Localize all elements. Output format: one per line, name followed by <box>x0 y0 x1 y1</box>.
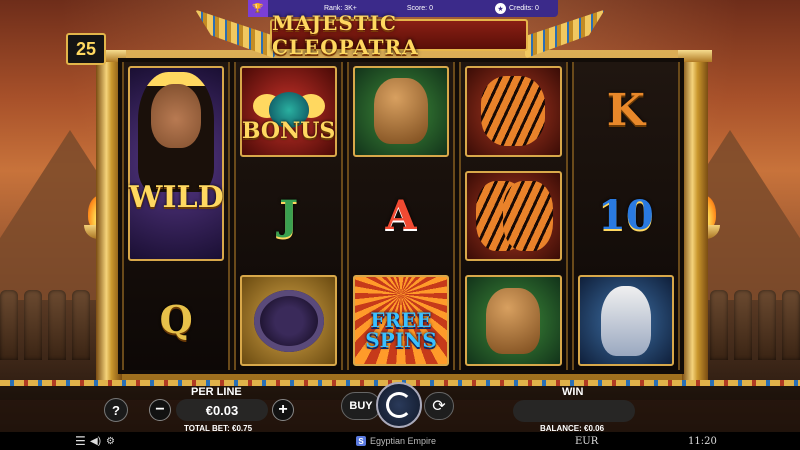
reel-grid: WILD Q BONUS J A FREE SPINS K 10 <box>118 58 684 374</box>
reel-5: K 10 <box>571 62 681 370</box>
game-title-banner: MAJESTIC CLEOPATRA <box>270 11 528 59</box>
card-k-label: K <box>606 85 645 137</box>
symbol-card-k: K <box>574 62 678 161</box>
tiger-icon <box>481 76 546 147</box>
paylines-badge[interactable]: 25 <box>66 33 106 65</box>
win-value <box>513 400 635 422</box>
symbol-free-spins: FREE SPINS <box>349 271 453 370</box>
reel-3: A FREE SPINS <box>346 62 456 370</box>
symbol-card-10: 10 <box>574 167 678 266</box>
turbo-icon[interactable]: ⚙ <box>106 436 115 447</box>
card-10-label: 10 <box>597 192 654 239</box>
card-q-label: Q <box>159 297 193 343</box>
decrease-bet-button[interactable]: − <box>149 399 171 421</box>
per-line-label: PER LINE <box>191 386 242 398</box>
symbol-camel <box>349 62 453 161</box>
brand-name: Egyptian Empire <box>370 436 437 446</box>
symbol-card-j: J <box>236 167 340 266</box>
reel-1: WILD Q <box>122 62 231 370</box>
win-label: WIN <box>562 386 584 398</box>
trophy-icon[interactable]: 🏆 <box>248 0 268 17</box>
spin-button[interactable] <box>376 382 422 428</box>
ibis-icon <box>600 285 651 356</box>
symbol-tiger <box>461 62 565 161</box>
cobra-icon <box>253 289 324 352</box>
tiger-icon <box>503 181 554 251</box>
sound-icon[interactable]: ◀) <box>90 436 101 447</box>
symbol-ibis <box>574 271 678 370</box>
per-line-value: €0.03 <box>176 399 268 421</box>
symbol-tigers <box>461 167 565 266</box>
card-j-label: J <box>279 192 299 239</box>
buy-bonus-button[interactable]: BUY <box>341 392 381 420</box>
wild-label: WILD <box>128 180 224 216</box>
statue-row-left <box>0 290 90 360</box>
symbol-cleopatra-wild: WILD <box>124 62 228 265</box>
free-spins-label: FREE SPINS <box>365 307 437 352</box>
autoplay-button[interactable]: ⟳ <box>424 392 454 420</box>
symbol-card-q: Q <box>124 271 228 370</box>
bonus-label: BONUS <box>241 118 336 145</box>
brand-label: S Egyptian Empire <box>356 436 436 446</box>
menu-icon[interactable]: ☰ <box>75 434 86 448</box>
currency-text: EUR <box>575 435 599 447</box>
autoplay-icon: ⟳ <box>432 398 446 415</box>
symbol-card-a: A <box>349 167 453 266</box>
symbol-cobra <box>236 271 340 370</box>
help-button[interactable]: ? <box>104 398 128 422</box>
brand-logo-icon: S <box>356 436 366 446</box>
increase-bet-button[interactable]: + <box>272 399 294 421</box>
card-a-label: A <box>385 192 417 239</box>
symbol-scarab-bonus: BONUS <box>236 62 340 161</box>
symbol-camel <box>461 271 565 370</box>
game-title: MAJESTIC CLEOPATRA <box>272 11 419 59</box>
reel-2: BONUS J <box>234 62 343 370</box>
reel-4 <box>459 62 568 370</box>
pillar-right <box>678 50 712 380</box>
statue-row-right <box>710 290 800 360</box>
camel-icon <box>486 287 541 354</box>
footer-bar: ☰ ◀) ⚙ S Egyptian Empire EUR 11:20 <box>0 432 800 450</box>
camel-icon <box>374 78 429 145</box>
clock-text: 11:20 <box>688 435 717 447</box>
spin-icon <box>386 392 412 418</box>
